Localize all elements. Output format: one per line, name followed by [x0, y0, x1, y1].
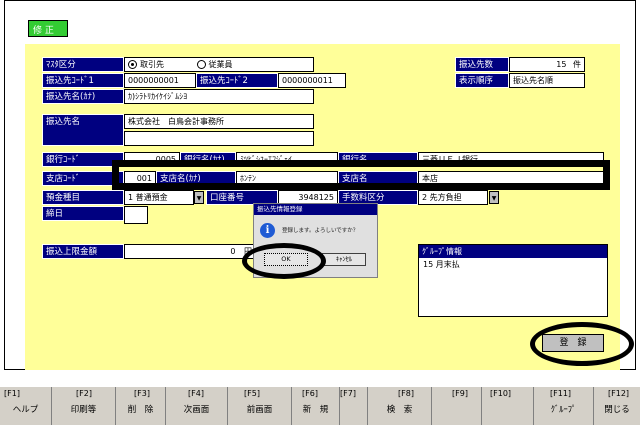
fkey-f10[interactable]: [F10] [482, 387, 534, 425]
group-info-panel: ｸﾞﾙｰﾌﾟ情報 15 月末払 [418, 244, 608, 317]
closing-day-label: 締日 [42, 206, 124, 221]
radio-supplier[interactable]: 取引先 [128, 60, 164, 69]
fkey-f6[interactable]: [F6] 新 規 [292, 387, 340, 425]
screen-title: 修 正 [28, 20, 68, 37]
closing-day-field[interactable] [124, 206, 148, 224]
fee-type-select[interactable]: 2 先方負担 [418, 190, 488, 205]
deposit-type-select[interactable]: 1 普通預金 [124, 190, 194, 205]
fkey-f2[interactable]: [F2] 印刷等 [52, 387, 116, 425]
fkey-f8[interactable]: [F8] 検 索 [368, 387, 432, 425]
transfer-code-2-label: 振込先ｺｰﾄﾞ2 [196, 73, 278, 88]
radio-off-icon [196, 60, 206, 69]
group-info-header: ｸﾞﾙｰﾌﾟ情報 [419, 245, 607, 258]
ok-button-highlight [242, 243, 326, 279]
fkey-f11[interactable]: [F11] ｸﾞﾙｰﾌﾟ [534, 387, 594, 425]
fkey-f12[interactable]: [F12] 閉じる [594, 387, 640, 425]
transfer-limit-field[interactable]: 0 円 [124, 244, 256, 259]
master-type-field: 取引先 従業員 [124, 57, 314, 72]
master-type-label: ﾏｽﾀ区分 [42, 57, 124, 72]
transfer-code-1-label: 振込先ｺｰﾄﾞ1 [42, 73, 124, 88]
fkey-f7[interactable]: [F7] [340, 387, 368, 425]
deposit-type-dropdown-icon[interactable]: ▼ [194, 191, 204, 204]
transfer-code-1-field[interactable]: 0000000001 [124, 73, 196, 88]
transfer-name-field[interactable]: 株式会社 白鳥会計事務所 [124, 114, 314, 129]
radio-employee[interactable]: 従業員 [196, 60, 233, 69]
dialog-cancel-button[interactable]: ｷｬﾝｾﾙ [322, 253, 366, 266]
fkey-f3[interactable]: [F3] 削 除 [116, 387, 166, 425]
transfer-name-kana-field[interactable]: ｶ)ｼﾗﾄﾘｶｲｹｲｼﾞﾑｼﾖ [124, 89, 314, 104]
display-order-field[interactable]: 振込先名順 [509, 73, 585, 88]
transfer-code-2-field[interactable]: 0000000011 [278, 73, 346, 88]
fkey-f1[interactable]: [F1] ヘルプ [0, 387, 52, 425]
display-order-label: 表示順序 [455, 73, 509, 88]
transfer-name-label: 振込先名 [42, 114, 124, 146]
fee-type-dropdown-icon[interactable]: ▼ [489, 191, 499, 204]
function-key-bar: [F1] ヘルプ [F2] 印刷等 [F3] 削 除 [F4] 次画面 [F5]… [0, 387, 640, 425]
transfer-limit-label: 振込上限金額 [42, 244, 124, 259]
transfer-name-field-2[interactable] [124, 131, 314, 146]
register-button-highlight [530, 322, 634, 366]
dialog-title: 振込先情報登録 [254, 204, 377, 215]
group-info-item[interactable]: 15 月末払 [419, 258, 607, 271]
transfer-name-kana-label: 振込先名(ｶﾅ) [42, 89, 124, 104]
radio-on-icon [128, 60, 137, 69]
dialog-message: 登録します。よろしいですか？ [282, 228, 359, 234]
branch-row-highlight [112, 160, 610, 190]
info-icon: i [260, 223, 275, 238]
fkey-f9[interactable]: [F9] [432, 387, 482, 425]
fkey-f4[interactable]: [F4] 次画面 [166, 387, 228, 425]
transfer-count-label: 振込先数 [455, 57, 509, 72]
fkey-f5[interactable]: [F5] 前画面 [228, 387, 292, 425]
deposit-type-label: 預金種目 [42, 190, 124, 205]
transfer-count-value: 15 件 [509, 57, 585, 72]
